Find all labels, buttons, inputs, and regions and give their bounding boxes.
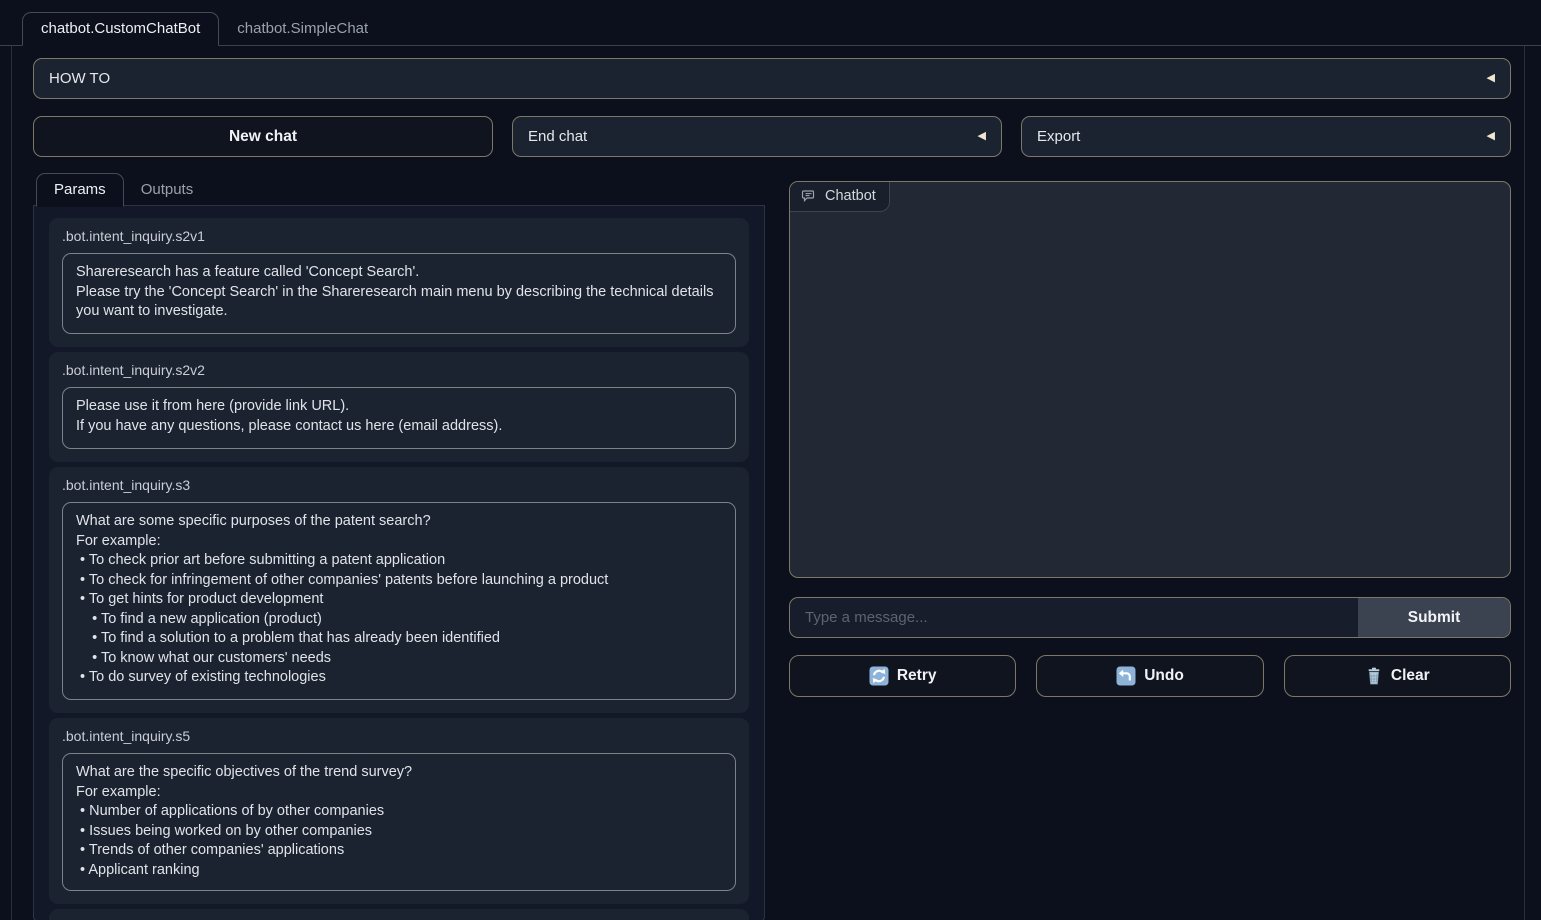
message-input[interactable]: [790, 598, 1358, 637]
params-tabbar: Params Outputs: [33, 173, 765, 206]
field-label: .bot.intent_inquiry.s5: [62, 728, 736, 744]
end-chat-accordion[interactable]: End chat ◀: [512, 116, 1002, 157]
main-tab-panel: HOW TO ◀ New chat End chat ◀ Export ◀ Pa…: [11, 46, 1525, 920]
end-chat-accordion-label: End chat: [528, 128, 587, 145]
chevron-left-icon: ◀: [1487, 131, 1495, 142]
field-label: .bot.intent_inquiry.s2v2: [62, 362, 736, 378]
main-tabbar: chatbot.CustomChatBot chatbot.SimpleChat: [0, 0, 1541, 46]
params-tab-panel: .bot.intent_inquiry.s2v1 Shareresearch h…: [33, 205, 765, 920]
field-group-s2v1: .bot.intent_inquiry.s2v1 Shareresearch h…: [49, 218, 749, 347]
field-group-s9: .bot.intent_inquiry.s9: [49, 909, 749, 920]
howto-accordion[interactable]: HOW TO ◀: [33, 58, 1511, 99]
undo-button[interactable]: Undo: [1036, 655, 1263, 697]
chevron-left-icon: ◀: [1487, 73, 1495, 84]
field-group-s3: .bot.intent_inquiry.s3 What are some spe…: [49, 467, 749, 713]
field-group-s2v2: .bot.intent_inquiry.s2v2 Please use it f…: [49, 352, 749, 462]
params-column: Params Outputs .bot.intent_inquiry.s2v1 …: [33, 173, 765, 920]
export-accordion[interactable]: Export ◀: [1021, 116, 1511, 157]
chatbot-message-area[interactable]: Chatbot: [789, 181, 1511, 578]
submit-button[interactable]: Submit: [1358, 598, 1510, 637]
howto-accordion-label: HOW TO: [49, 70, 110, 87]
chevron-left-icon: ◀: [978, 131, 986, 142]
new-chat-button[interactable]: New chat: [33, 116, 493, 157]
field-group-s5: .bot.intent_inquiry.s5 What are the spec…: [49, 718, 749, 904]
clear-button-label: Clear: [1391, 667, 1430, 685]
tab-chatbot-customchatbot[interactable]: chatbot.CustomChatBot: [22, 12, 219, 46]
chat-column: Chatbot Submit: [789, 173, 1511, 697]
field-textarea-s2v1[interactable]: Shareresearch has a feature called 'Conc…: [62, 253, 736, 334]
retry-icon: [869, 666, 889, 686]
field-textarea-s5[interactable]: What are the specific objectives of the …: [62, 753, 736, 891]
field-textarea-s2v2[interactable]: Please use it from here (provide link UR…: [62, 387, 736, 449]
message-input-row: Submit: [789, 597, 1511, 638]
tab-outputs[interactable]: Outputs: [124, 174, 211, 206]
retry-button[interactable]: Retry: [789, 655, 1016, 697]
field-label: .bot.intent_inquiry.s3: [62, 477, 736, 493]
field-label: .bot.intent_inquiry.s2v1: [62, 228, 736, 244]
undo-button-label: Undo: [1144, 667, 1184, 685]
tab-params[interactable]: Params: [36, 173, 124, 207]
chatbot-label-chip: Chatbot: [790, 182, 890, 212]
undo-icon: [1116, 666, 1136, 686]
chatbot-label: Chatbot: [825, 188, 876, 204]
field-textarea-s3[interactable]: What are some specific purposes of the p…: [62, 502, 736, 700]
trash-icon: [1365, 666, 1383, 686]
chat-bubble-icon: [801, 188, 817, 204]
retry-button-label: Retry: [897, 667, 937, 685]
export-accordion-label: Export: [1037, 128, 1080, 145]
clear-button[interactable]: Clear: [1284, 655, 1511, 697]
tab-chatbot-simplechat[interactable]: chatbot.SimpleChat: [219, 13, 386, 45]
